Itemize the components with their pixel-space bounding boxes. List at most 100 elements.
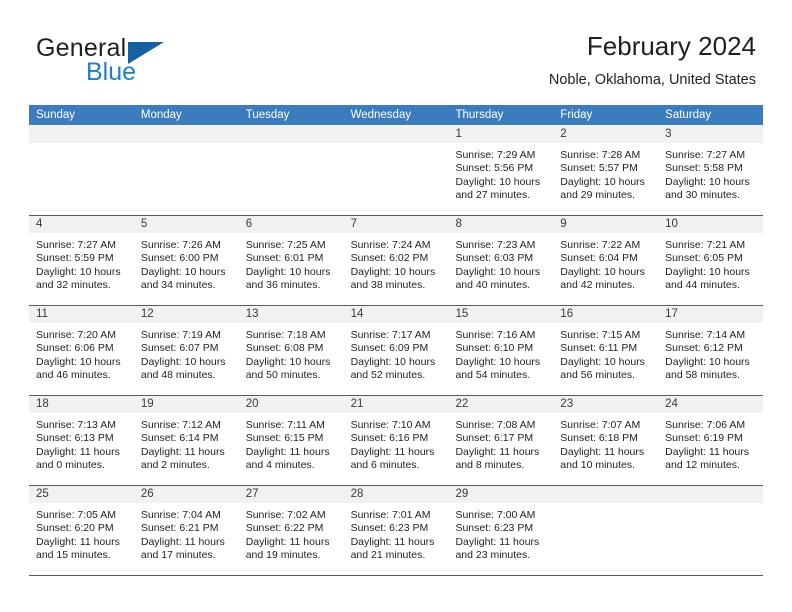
daylight-duration-line2: and 29 minutes. — [560, 189, 636, 202]
day-details: Sunrise: 7:17 AM Sunset: 6:09 PM Daylight:… — [344, 323, 449, 383]
calendar-day-cell[interactable]: 10 Sunrise: 7:21 AM Sunset: 6:05 PM Dayligh… — [658, 216, 764, 305]
day-details: Sunrise: 7:15 AM Sunset: 6:11 PM Daylight:… — [553, 323, 658, 383]
daylight-duration-line1: Daylight: 10 hours — [350, 355, 436, 368]
day-details: Sunrise: 7:21 AM Sunset: 6:05 PM Daylight:… — [658, 233, 763, 293]
daylight-duration-line1: Daylight: 10 hours — [560, 175, 645, 188]
daylight-duration-line2: and 10 minutes. — [560, 459, 636, 472]
weekday-header-row: Sunday Monday Tuesday Wednesday Thursday… — [29, 105, 763, 125]
brand-logo[interactable]: General Blue — [36, 34, 216, 86]
daylight-duration-line2: and 48 minutes. — [140, 369, 216, 382]
calendar-day-cell[interactable]: 2 Sunrise: 7:28 AM Sunset: 5:57 PM Daylight… — [553, 126, 659, 215]
day-number: 2 — [560, 128, 567, 140]
calendar-day-cell[interactable]: 9 Sunrise: 7:22 AM Sunset: 6:04 PM Daylight… — [553, 216, 659, 305]
sunrise-time: Sunrise: 7:00 AM — [455, 509, 536, 521]
calendar-day-cell[interactable]: 22 Sunrise: 7:08 AM Sunset: 6:17 PM Dayligh… — [448, 396, 554, 485]
calendar-day-cell[interactable]: 18 Sunrise: 7:13 AM Sunset: 6:13 PM Dayligh… — [29, 396, 134, 485]
calendar-day-cell[interactable]: 13 Sunrise: 7:18 AM Sunset: 6:08 PM Dayligh… — [238, 306, 344, 395]
sunrise-time: Sunrise: 7:14 AM — [665, 329, 746, 341]
daylight-duration-line2: and 36 minutes. — [245, 279, 321, 292]
day-details: Sunrise: 7:22 AM Sunset: 6:04 PM Daylight:… — [553, 233, 658, 293]
calendar-day-cell-empty — [343, 126, 449, 215]
calendar-day-cell[interactable]: 28 Sunrise: 7:01 AM Sunset: 6:23 PM Dayligh… — [343, 486, 449, 575]
sunset-time: Sunset: 6:17 PM — [455, 432, 534, 445]
daylight-duration-line1: Daylight: 11 hours — [140, 535, 225, 548]
calendar-day-cell[interactable]: 21 Sunrise: 7:10 AM Sunset: 6:16 PM Dayligh… — [343, 396, 449, 485]
weekday-thursday: Thursday — [455, 109, 504, 121]
day-number-band: 18 — [29, 396, 134, 413]
sunset-time: Sunset: 6:14 PM — [140, 432, 219, 445]
calendar-day-cell[interactable]: 5 Sunrise: 7:26 AM Sunset: 6:00 PM Daylight… — [133, 216, 239, 305]
day-details: Sunrise: 7:08 AM Sunset: 6:17 PM Daylight:… — [448, 413, 553, 473]
daylight-duration-line2: and 27 minutes. — [455, 189, 531, 202]
calendar-day-cell[interactable]: 16 Sunrise: 7:15 AM Sunset: 6:11 PM Dayligh… — [553, 306, 659, 395]
day-number: 1 — [455, 128, 462, 140]
calendar-day-cell[interactable]: 27 Sunrise: 7:02 AM Sunset: 6:22 PM Dayligh… — [238, 486, 344, 575]
calendar-day-cell[interactable]: 14 Sunrise: 7:17 AM Sunset: 6:09 PM Dayligh… — [343, 306, 449, 395]
sunrise-time: Sunrise: 7:01 AM — [350, 509, 431, 521]
daylight-duration-line1: Daylight: 10 hours — [140, 355, 226, 368]
day-number-band: 21 — [343, 396, 449, 413]
sunset-time: Sunset: 6:03 PM — [455, 252, 534, 265]
daylight-duration-line2: and 52 minutes. — [350, 369, 426, 382]
day-number: 9 — [560, 218, 567, 230]
sunset-time: Sunset: 6:09 PM — [350, 342, 429, 355]
calendar-week-row: 11 Sunrise: 7:20 AM Sunset: 6:06 PM Dayligh… — [29, 306, 764, 396]
calendar-day-cell[interactable]: 17 Sunrise: 7:14 AM Sunset: 6:12 PM Dayligh… — [658, 306, 764, 395]
sunrise-time: Sunrise: 7:16 AM — [455, 329, 536, 341]
day-number-band: 12 — [133, 306, 239, 323]
sunrise-time: Sunrise: 7:23 AM — [455, 239, 536, 251]
calendar-day-cell[interactable]: 4 Sunrise: 7:27 AM Sunset: 5:59 PM Daylight… — [29, 216, 134, 305]
calendar-weeks: 1 Sunrise: 7:29 AM Sunset: 5:56 PM Daylight… — [29, 125, 764, 576]
calendar-day-cell[interactable]: 23 Sunrise: 7:07 AM Sunset: 6:18 PM Dayligh… — [553, 396, 659, 485]
daylight-duration-line2: and 15 minutes. — [36, 549, 111, 562]
calendar-day-cell[interactable]: 7 Sunrise: 7:24 AM Sunset: 6:02 PM Daylight… — [343, 216, 449, 305]
calendar-day-cell[interactable]: 24 Sunrise: 7:06 AM Sunset: 6:19 PM Dayligh… — [658, 396, 764, 485]
day-number-band — [343, 126, 449, 143]
calendar-day-cell[interactable]: 3 Sunrise: 7:27 AM Sunset: 5:58 PM Daylight… — [658, 126, 764, 215]
day-number-band: 6 — [238, 216, 344, 233]
calendar-day-cell[interactable]: 12 Sunrise: 7:19 AM Sunset: 6:07 PM Dayligh… — [133, 306, 239, 395]
daylight-duration-line1: Daylight: 10 hours — [245, 355, 331, 368]
sunrise-time: Sunrise: 7:26 AM — [140, 239, 221, 251]
day-number: 17 — [665, 308, 678, 320]
day-details: Sunrise: 7:27 AM Sunset: 5:58 PM Daylight:… — [658, 143, 763, 203]
day-details: Sunrise: 7:18 AM Sunset: 6:08 PM Daylight:… — [239, 323, 344, 383]
calendar-day-cell[interactable]: 19 Sunrise: 7:12 AM Sunset: 6:14 PM Dayligh… — [133, 396, 239, 485]
calendar-day-cell[interactable]: 6 Sunrise: 7:25 AM Sunset: 6:01 PM Daylight… — [238, 216, 344, 305]
sunset-time: Sunset: 6:06 PM — [36, 342, 114, 355]
sunrise-time: Sunrise: 7:27 AM — [36, 239, 116, 251]
daylight-duration-line1: Daylight: 10 hours — [560, 355, 645, 368]
sunset-time: Sunset: 6:18 PM — [560, 432, 638, 445]
calendar-day-cell[interactable]: 15 Sunrise: 7:16 AM Sunset: 6:10 PM Dayligh… — [448, 306, 554, 395]
calendar-day-cell[interactable]: 11 Sunrise: 7:20 AM Sunset: 6:06 PM Dayligh… — [29, 306, 134, 395]
day-number-band: 8 — [448, 216, 554, 233]
calendar-day-cell[interactable]: 20 Sunrise: 7:11 AM Sunset: 6:15 PM Dayligh… — [238, 396, 344, 485]
day-number-band: 4 — [29, 216, 134, 233]
calendar-day-cell[interactable]: 25 Sunrise: 7:05 AM Sunset: 6:20 PM Dayligh… — [29, 486, 134, 575]
calendar-day-cell[interactable]: 8 Sunrise: 7:23 AM Sunset: 6:03 PM Daylight… — [448, 216, 554, 305]
sunset-time: Sunset: 6:00 PM — [140, 252, 219, 265]
daylight-duration-line1: Daylight: 11 hours — [245, 445, 330, 458]
sunset-time: Sunset: 6:08 PM — [245, 342, 324, 355]
day-details: Sunrise: 7:19 AM Sunset: 6:07 PM Daylight:… — [134, 323, 239, 383]
daylight-duration-line1: Daylight: 10 hours — [36, 265, 121, 278]
day-details: Sunrise: 7:29 AM Sunset: 5:56 PM Daylight:… — [448, 143, 553, 203]
sunset-time: Sunset: 6:10 PM — [455, 342, 534, 355]
day-details: Sunrise: 7:02 AM Sunset: 6:22 PM Daylight:… — [239, 503, 344, 563]
page-header: General Blue February 2024 Noble, Oklaho… — [0, 0, 792, 100]
calendar-day-cell[interactable]: 29 Sunrise: 7:00 AM Sunset: 6:23 PM Dayligh… — [448, 486, 554, 575]
calendar-week-row: 25 Sunrise: 7:05 AM Sunset: 6:20 PM Dayligh… — [29, 486, 764, 576]
day-number: 6 — [245, 218, 253, 230]
daylight-duration-line1: Daylight: 10 hours — [560, 265, 645, 278]
calendar-day-cell[interactable]: 1 Sunrise: 7:29 AM Sunset: 5:56 PM Daylight… — [448, 126, 554, 215]
day-number: 3 — [665, 128, 672, 140]
day-number-band: 11 — [29, 306, 134, 323]
calendar-day-cell[interactable]: 26 Sunrise: 7:04 AM Sunset: 6:21 PM Dayligh… — [133, 486, 239, 575]
daylight-duration-line2: and 46 minutes. — [36, 369, 111, 382]
daylight-duration-line1: Daylight: 10 hours — [455, 355, 541, 368]
day-number: 29 — [455, 488, 469, 500]
sunset-time: Sunset: 5:56 PM — [455, 162, 534, 175]
page-subtitle: Noble, Oklahoma, United States — [548, 72, 756, 88]
day-number-band: 13 — [238, 306, 344, 323]
sunrise-time: Sunrise: 7:19 AM — [140, 329, 221, 341]
